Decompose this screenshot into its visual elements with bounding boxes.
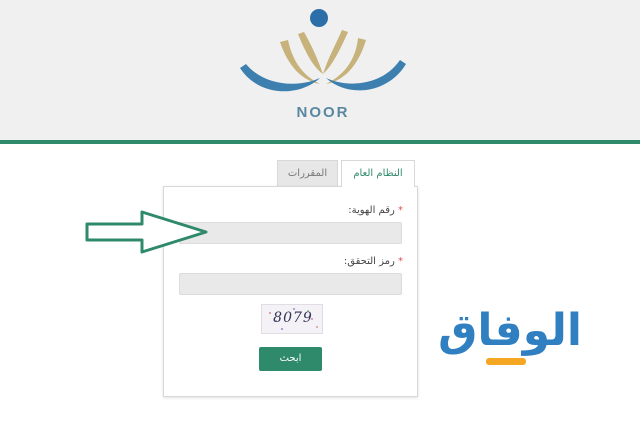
tab-courses[interactable]: المقررات (277, 160, 338, 186)
id-number-label-text: رقم الهوية: (348, 205, 395, 216)
tab-general-system[interactable]: النظام العام (341, 160, 415, 187)
required-mark: * (398, 205, 403, 216)
captcha-text: 8079 (273, 310, 313, 326)
noor-logo: NOOR (228, 4, 418, 138)
captcha-input[interactable] (179, 273, 402, 295)
captcha-label: * رمز التحقق: (344, 256, 403, 267)
required-mark: * (398, 256, 403, 267)
watermark-accent (486, 358, 526, 365)
id-number-label: * رقم الهوية: (348, 205, 403, 216)
search-button[interactable]: ابحث (259, 347, 322, 371)
logo-wordmark: NOOR (296, 104, 350, 121)
page-header: NOOR (0, 0, 640, 140)
header-divider (0, 140, 640, 144)
noor-emblem-icon (240, 9, 406, 92)
captcha-label-text: رمز التحقق: (343, 256, 395, 267)
captcha-image: 8079 (261, 304, 323, 334)
arrow-right-icon (85, 210, 208, 254)
id-number-input[interactable] (179, 222, 402, 244)
